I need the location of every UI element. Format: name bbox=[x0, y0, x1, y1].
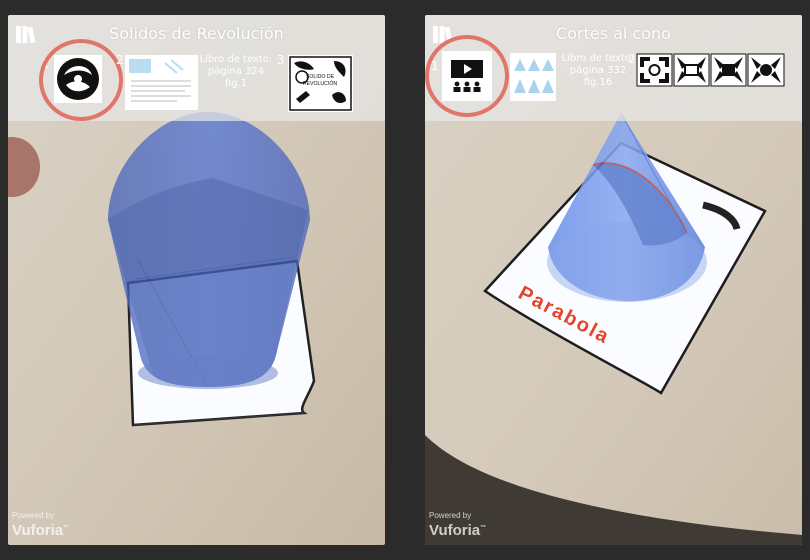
thumbnail-2[interactable] bbox=[125, 55, 198, 110]
marker-patterns[interactable] bbox=[636, 53, 786, 87]
textbook-page-preview bbox=[129, 59, 191, 102]
poster-line-1: SOLIDO DE bbox=[306, 74, 335, 80]
revolution-solid-poster: SOLIDO DE REVOLUCIÓN bbox=[289, 56, 352, 111]
ar-screen-solidos: Solidos de Revolución 1 2 Libro de texto… bbox=[8, 15, 385, 545]
powered-by-label: Powered by bbox=[429, 511, 472, 520]
textbook-label: Libro de texto: bbox=[561, 53, 635, 64]
page-title: Solidos de Revolución bbox=[109, 24, 284, 43]
highlight-ring bbox=[39, 39, 123, 121]
powered-by-label: Powered by bbox=[12, 511, 55, 520]
ar-screen-cortes: Parabola Cortes al cono 1 Libro de texto… bbox=[425, 15, 802, 545]
thumb-number-3: 3 bbox=[277, 53, 285, 67]
highlight-ring bbox=[425, 35, 509, 117]
vuforia-logo: Vuforia bbox=[12, 522, 64, 539]
textbook-label: Libro de texto: bbox=[199, 54, 273, 65]
textbook-page: página 332 fig.16 bbox=[569, 65, 627, 88]
vuforia-watermark: Powered by Vuforia™ bbox=[429, 511, 486, 539]
poster-line-2: REVOLUCIÓN bbox=[303, 80, 338, 87]
thumbnail-3[interactable]: SOLIDO DE REVOLUCIÓN bbox=[288, 55, 353, 112]
vuforia-logo: Vuforia bbox=[429, 522, 481, 539]
textbook-reference: Libro de texto: página 324 fig.1 bbox=[198, 54, 274, 90]
thumb-number-2: 2 bbox=[628, 52, 636, 66]
marker-targets bbox=[636, 53, 786, 87]
thumb-number-2: 2 bbox=[116, 53, 124, 67]
conic-sections-preview bbox=[514, 59, 554, 93]
trademark: ™ bbox=[480, 525, 487, 531]
textbook-page: página 324 fig.1 bbox=[207, 66, 265, 89]
thumbnail-2[interactable] bbox=[510, 53, 556, 101]
trademark: ™ bbox=[63, 525, 70, 531]
vuforia-watermark: Powered by Vuforia™ bbox=[12, 511, 69, 539]
textbook-reference: Libro de texto: página 332 fig.16 bbox=[558, 53, 638, 89]
